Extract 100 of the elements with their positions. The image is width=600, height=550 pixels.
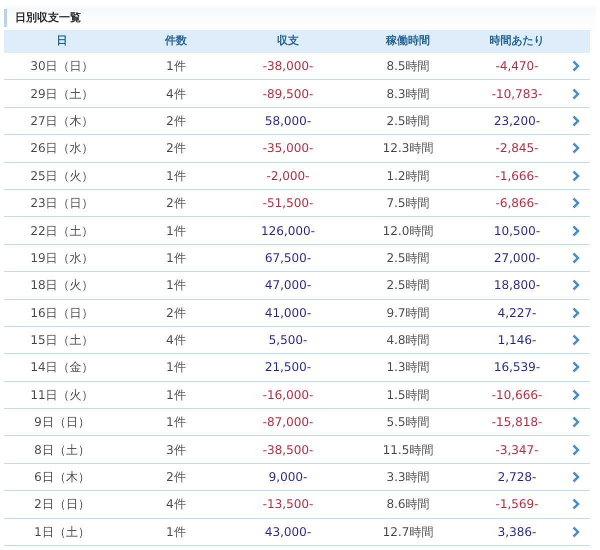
- chevron-right-icon[interactable]: [572, 334, 580, 346]
- chevron-right-icon[interactable]: [572, 88, 580, 100]
- table-cell-text: 21,500-: [264, 359, 312, 376]
- chevron-right-icon[interactable]: [572, 252, 580, 264]
- table-cell-text: 3.3時間: [385, 469, 431, 486]
- table-cell-text: -2,000-: [265, 168, 310, 185]
- table-cell-text: -3,347-: [494, 442, 540, 459]
- table-cell-text: -35,000-: [262, 140, 314, 158]
- table-cell-text: 8.5時間: [385, 58, 431, 76]
- table-cell-text: 19日（水）: [29, 250, 95, 267]
- table-cell-text: 41,000-: [264, 304, 312, 322]
- table-cell-text: 43,000-: [264, 524, 312, 541]
- table-cell-text: 2件: [165, 304, 187, 322]
- table-cell-text: -10,666-: [490, 386, 544, 404]
- table-cell-text: 16,539-: [492, 359, 542, 376]
- table-cell-text: 1.3時間: [385, 359, 431, 376]
- table-cell-text: 22日（土）: [29, 222, 95, 240]
- table-cell-text: 10,500-: [492, 222, 542, 240]
- table-cell-text: 27日（木）: [29, 112, 95, 130]
- table-cell-text: 30日（日）: [29, 58, 95, 76]
- table-cell-text: 3件: [165, 442, 187, 459]
- chevron-right-icon[interactable]: [572, 170, 580, 182]
- chevron-right-icon[interactable]: [572, 444, 580, 456]
- chevron-right-icon[interactable]: [572, 416, 580, 428]
- table-cell-text: 1件: [165, 359, 187, 376]
- table-cell-text: 29日（土）: [29, 86, 95, 103]
- table-cell-text: 1件: [165, 168, 187, 185]
- table-cell-text: 2件: [165, 112, 187, 130]
- chevron-right-icon[interactable]: [572, 361, 580, 374]
- table-cell-text: 4.8時間: [385, 332, 431, 350]
- table-cell-text: -87,000-: [262, 414, 314, 432]
- chevron-right-icon[interactable]: [572, 197, 580, 210]
- table-cell-text: -38,000-: [262, 58, 314, 76]
- table-cell-text: 1.2時間: [385, 168, 431, 185]
- table-cell-text: 2.5時間: [385, 277, 431, 294]
- table-cell-text: 12.0時間: [382, 222, 434, 240]
- table-cell-text: 11.5時間: [382, 442, 434, 459]
- table-cell-text: 9.7時間: [385, 304, 431, 322]
- table-cell-text: 67,500-: [264, 250, 312, 267]
- column-header: 日: [56, 33, 68, 50]
- table-cell-text: 25日（火）: [29, 168, 95, 185]
- table-cell-text: 23日（日）: [29, 195, 95, 212]
- chevron-right-icon[interactable]: [572, 279, 580, 292]
- table-cell-text: -2,845-: [494, 140, 540, 158]
- table-cell-text: 1,146-: [496, 332, 538, 350]
- column-header: 件数: [164, 33, 188, 50]
- table-cell-text: 18,800-: [492, 277, 542, 294]
- table-cell-text: 9,000-: [268, 469, 308, 486]
- table-cell-text: 8日（土）: [33, 442, 91, 459]
- chevron-right-icon[interactable]: [572, 142, 580, 154]
- chevron-right-icon[interactable]: [572, 498, 580, 510]
- table-cell-text: 1件: [165, 277, 187, 294]
- table-cell-text: 1件: [165, 222, 187, 240]
- table-cell-text: 2件: [165, 140, 187, 158]
- chevron-right-icon[interactable]: [572, 114, 580, 127]
- table-cell-text: 4件: [165, 496, 187, 514]
- table-cell-text: 12.7時間: [382, 524, 434, 541]
- table-cell-text: -15,818-: [490, 414, 544, 432]
- table-cell-text: 1.5時間: [385, 386, 431, 404]
- table-cell-text: 47,000-: [264, 277, 312, 294]
- column-header: 時間あたり: [488, 33, 546, 50]
- table-cell-text: -89,500-: [262, 86, 314, 103]
- table-cell-text: 7.5時間: [385, 195, 431, 212]
- table-cell-text: 18日（火）: [29, 277, 95, 294]
- table-cell-text: 14日（金）: [29, 359, 95, 376]
- table-cell-text: 3,386-: [496, 524, 538, 541]
- table-cell-text: 1日（土）: [33, 524, 91, 541]
- table-cell-text: -1,666-: [494, 168, 540, 185]
- table-cell-text: 15日（土）: [29, 332, 95, 350]
- chevron-right-icon[interactable]: [572, 306, 580, 319]
- table-cell-text: 6日（木）: [33, 469, 91, 486]
- chevron-right-icon[interactable]: [572, 471, 580, 484]
- table-cell-text: 9日（日）: [33, 414, 91, 432]
- table-cell-text: 2.5時間: [385, 250, 431, 267]
- table-cell-text: 16日（日）: [29, 304, 95, 322]
- table-cell-text: 5.5時間: [385, 414, 431, 432]
- table-cell-text: 1件: [165, 524, 187, 541]
- table-cell-text: -1,569-: [494, 496, 540, 514]
- chevron-right-icon[interactable]: [572, 224, 580, 237]
- table-cell-text: 27,000-: [492, 250, 542, 267]
- table-cell-text: -13,500-: [262, 496, 314, 514]
- table-cell-text: -38,500-: [262, 442, 314, 459]
- table-cell-text: -6,866-: [494, 195, 540, 212]
- table-cell-text: -16,000-: [262, 386, 314, 404]
- chevron-right-icon[interactable]: [572, 526, 580, 538]
- section-title: 日別収支一覧: [15, 10, 81, 26]
- table-cell-text: 11日（火）: [29, 386, 95, 404]
- table-cell-text: 8.3時間: [385, 86, 431, 103]
- table-cell-text: 4件: [165, 332, 187, 350]
- table-cell-text: 1件: [165, 58, 187, 76]
- table-cell-text: -4,470-: [494, 58, 540, 76]
- table-cell-text: 8.6時間: [385, 496, 431, 514]
- chevron-right-icon[interactable]: [572, 388, 580, 401]
- table-cell-text: 12.3時間: [382, 140, 434, 158]
- table-cell-text: 4件: [165, 86, 187, 103]
- table-cell-text: -10,783-: [490, 86, 544, 103]
- table-cell-text: 4,227-: [496, 304, 538, 322]
- chevron-right-icon[interactable]: [572, 60, 580, 72]
- table-cell-text: 2.5時間: [385, 112, 431, 130]
- table-cell-text: 1件: [165, 414, 187, 432]
